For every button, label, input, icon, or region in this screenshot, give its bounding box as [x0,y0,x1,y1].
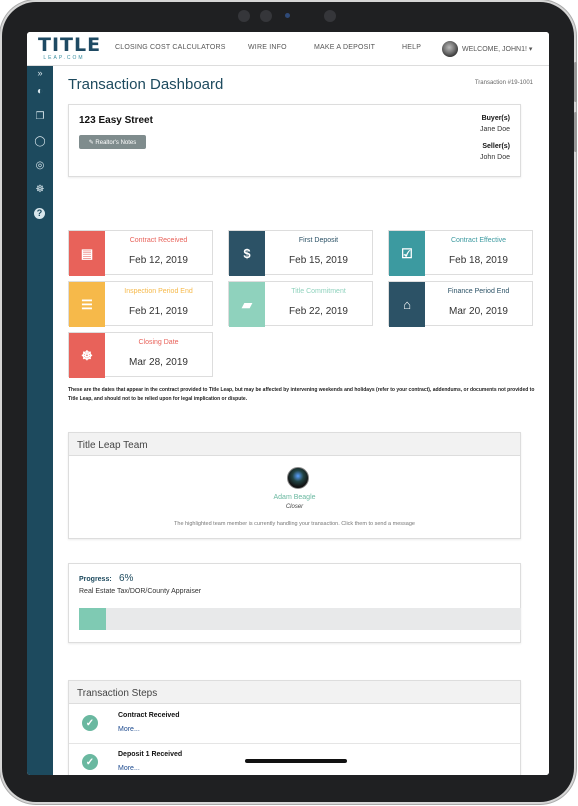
logo-domain: LEAP.COM [43,55,85,61]
logo-wordmark: TITLE [38,34,102,56]
step-row: ✓ Contract Received More... [69,705,520,744]
dashboard-gauge-icon[interactable]: ◐ [33,86,47,98]
progress-bar [79,608,521,630]
team-heading: Title Leap Team [69,433,520,456]
volume-button [574,112,577,152]
nav-help[interactable]: HELP [402,44,421,51]
nav-make-a-deposit[interactable]: MAKE A DEPOSIT [314,44,375,51]
volume-button [574,62,577,102]
double-chevron-right-icon[interactable]: » [33,67,47,79]
transaction-id: Transaction #19-1001 [474,80,533,86]
date-label: Title Commitment [291,288,346,295]
steps-heading: Transaction Steps [69,681,520,704]
date-value: Mar 28, 2019 [129,357,188,368]
date-label: Contract Effective [450,237,507,244]
date-label: Closing Date [138,339,179,346]
date-label: Contract Received [129,237,188,244]
calendar-check-icon: ☑ [389,231,425,276]
seller-name: John Doe [480,154,510,161]
team-member-role: Closer [285,504,304,510]
camera-sensor [285,13,290,18]
tablet-frame: TITLE LEAP.COM CLOSING COST CALCULATORS … [2,2,577,802]
progress-bar-fill [79,608,106,630]
comments-icon[interactable]: ◎ [33,160,47,172]
home-indicator [245,759,347,763]
camera-lens [324,10,336,22]
dates-disclaimer: These are the dates that appear in the c… [68,387,535,402]
realtors-notes-button[interactable]: ✎ Realtor's Notes [79,135,146,149]
date-value: Feb 21, 2019 [129,306,188,317]
help-icon[interactable]: ? [34,208,45,219]
step-more-link[interactable]: More... [118,765,140,772]
camera-lens [238,10,250,22]
comment-icon[interactable]: ◯ [33,136,47,148]
main-content: Transaction Dashboard Transaction #19-10… [53,66,549,775]
team-member-name[interactable]: Adam Beagle [69,494,520,501]
seller-block: Seller(s) John Doe [480,143,510,165]
buyer-label: Buyer(s) [481,115,510,122]
date-tile-contract-received: ▤ Contract Received Feb 12, 2019 [68,230,213,276]
team-member-avatar[interactable] [287,467,309,489]
check-circle-icon: ✓ [82,754,98,770]
camera-lens [260,10,272,22]
date-label: First Deposit [298,237,339,244]
team-panel: Title Leap Team Adam Beagle Closer The h… [68,432,521,539]
date-tile-contract-effective: ☑ Contract Effective Feb 18, 2019 [388,230,533,276]
date-label: Inspection Period End [124,288,193,295]
buyer-block: Buyer(s) Jane Doe [480,115,510,137]
document-icon: ▤ [69,231,105,276]
date-tile-first-deposit: $ First Deposit Feb 15, 2019 [228,230,373,276]
user-menu[interactable]: WELCOME, JOHN1! ▾ [442,41,532,57]
top-navigation: TITLE LEAP.COM CLOSING COST CALCULATORS … [27,32,549,66]
dollar-icon: $ [229,231,265,276]
step-more-link[interactable]: More... [118,726,140,733]
sidebar: » ◐ ❐ ◯ ◎ ☸ ? [27,66,53,775]
seller-label: Seller(s) [482,143,510,150]
progress-label: Progress: [79,576,112,583]
date-tile-closing-date: ☸ Closing Date Mar 28, 2019 [68,332,213,378]
property-address: 123 Easy Street [79,115,153,126]
date-value: Feb 12, 2019 [129,255,188,266]
step-title: Contract Received [118,712,180,719]
page-title: Transaction Dashboard [68,76,224,93]
check-circle-icon: ✓ [82,715,98,731]
date-value: Feb 15, 2019 [289,255,348,266]
avatar [442,41,458,57]
progress-stage: Real Estate Tax/DOR/County Appraiser [79,588,202,595]
nav-wire-info[interactable]: WIRE INFO [248,44,287,51]
date-label: Finance Period End [447,288,510,295]
buyer-name: Jane Doe [480,126,510,133]
property-card: 123 Easy Street ✎ Realtor's Notes Buyer(… [68,104,521,177]
nav-closing-cost-calculators[interactable]: CLOSING COST CALCULATORS [115,44,226,51]
progress-percent: 6% [119,573,134,584]
date-tile-inspection-period-end: ☰ Inspection Period End Feb 21, 2019 [68,281,213,327]
screen: TITLE LEAP.COM CLOSING COST CALCULATORS … [27,32,549,775]
date-tile-finance-period-end: ⌂ Finance Period End Mar 20, 2019 [388,281,533,327]
handshake-icon: ☸ [69,333,105,378]
step-title: Deposit 1 Received [118,751,183,758]
welcome-text: WELCOME, JOHN1! ▾ [462,46,533,53]
date-value: Mar 20, 2019 [449,306,508,317]
date-value: Feb 18, 2019 [449,255,508,266]
date-tile-title-commitment: ▰ Title Commitment Feb 22, 2019 [228,281,373,327]
bank-icon: ⌂ [389,282,425,327]
book-icon: ▰ [229,282,265,327]
progress-panel: Progress: 6% Real Estate Tax/DOR/County … [68,563,521,643]
date-value: Feb 22, 2019 [289,306,348,317]
list-icon: ☰ [69,282,105,327]
team-note: The highlighted team member is currently… [174,521,415,527]
documents-icon[interactable]: ❐ [33,111,47,123]
title-leap-logo[interactable]: TITLE LEAP.COM [38,34,102,62]
handshake-icon[interactable]: ☸ [33,184,47,196]
